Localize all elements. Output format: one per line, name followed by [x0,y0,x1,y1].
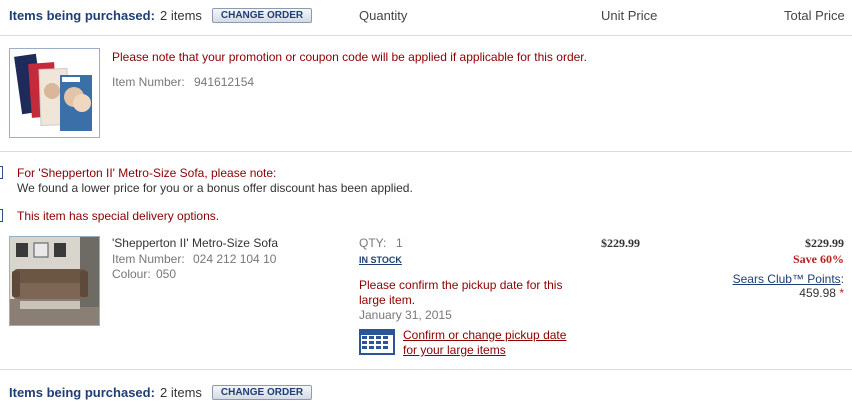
column-header-unit-price: Unit Price [601,8,658,23]
delivery-options-note: This item has special delivery options. [17,209,220,223]
items-purchased-title: Items being purchased: [9,385,155,400]
column-header-quantity: Quantity [359,8,408,23]
quantity-label: QTY: [359,236,387,250]
product-name: 'Shepperton II' Metro-Size Sofa [112,236,279,250]
savings-badge: Save 60% [793,252,844,266]
colour-value: 050 [156,267,177,281]
sofa-note-body: We found a lower price for you or a bonu… [17,181,413,195]
total-price-block: $229.99 Save 60% Sears Club™ Points: 459… [684,236,844,300]
total-price: $229.99 [805,236,844,250]
change-order-button[interactable]: CHANGE ORDER [212,8,312,23]
magazine-covers-image[interactable] [9,48,100,138]
column-header-total-price: Total Price [784,8,845,23]
points-row: 459.98 * [684,286,844,300]
in-stock-link[interactable]: IN STOCK [359,255,402,265]
confirm-pickup-link-line1[interactable]: Confirm or change pickup date [403,328,566,342]
sears-club-points-link[interactable]: Sears Club™ Points [733,272,841,286]
item-number-label: Item Number: [112,75,185,89]
unit-price: $229.99 [601,236,640,250]
divider [0,369,852,370]
pickup-note-line1: Please confirm the pickup date for this [359,278,563,292]
confirm-pickup-link-line2[interactable]: for your large items [403,343,506,357]
item-number: 024 212 104 10 [193,252,277,266]
club-points-colon: : [840,272,844,286]
notice-checkbox[interactable] [0,166,3,179]
colour-label: Colour: [112,267,151,281]
points-value: 459.98 [799,286,836,300]
items-count: 2 items [160,8,202,23]
change-order-button[interactable]: CHANGE ORDER [212,385,312,400]
promotion-note: Please note that your promotion or coupo… [112,50,587,64]
items-purchased-title: Items being purchased: [9,8,155,23]
club-points-row: Sears Club™ Points: [684,272,844,286]
sofa-image[interactable] [9,236,100,326]
pickup-note-line2: large item. [359,293,416,307]
points-marker: * [839,286,844,300]
divider [0,151,852,152]
calendar-icon[interactable] [359,329,395,355]
quantity-value: 1 [396,236,403,250]
sofa-note-title: For 'Shepperton II' Metro-Size Sofa, ple… [17,166,277,180]
item-number: 941612154 [194,75,255,89]
delivery-checkbox[interactable] [0,209,3,222]
item-number-label: Item Number: [112,252,185,266]
pickup-date: January 31, 2015 [359,308,452,322]
items-count: 2 items [160,385,202,400]
divider [0,35,852,36]
